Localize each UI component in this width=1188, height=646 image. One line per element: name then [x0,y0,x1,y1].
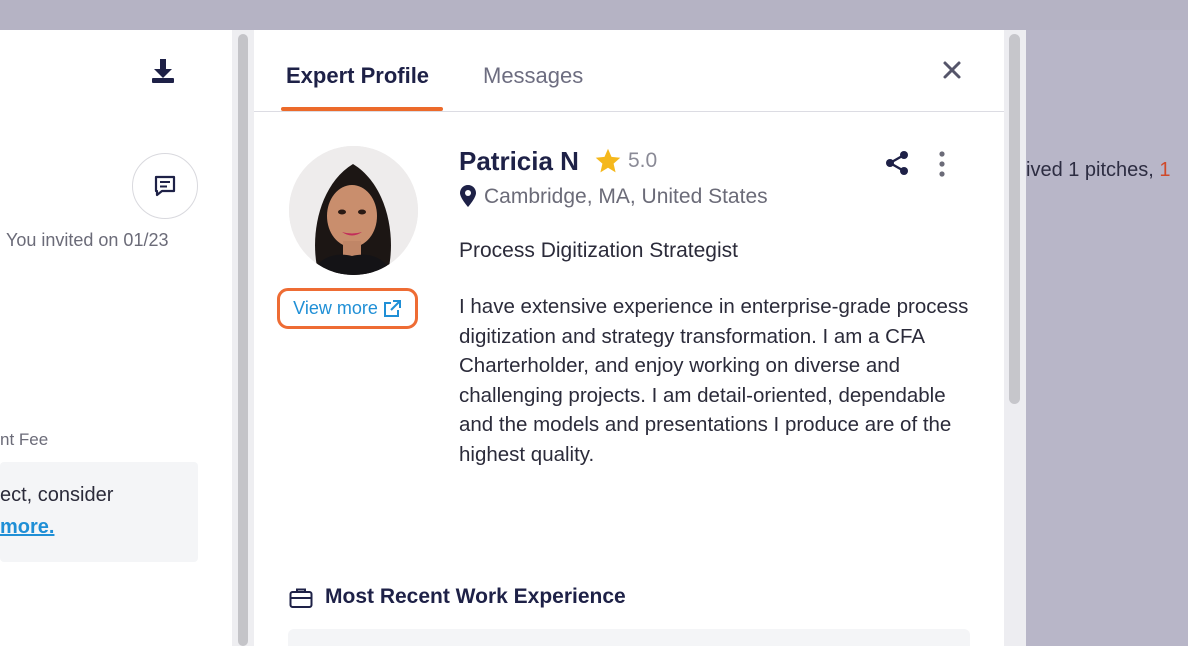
work-experience-title: Most Recent Work Experience [325,585,626,608]
panel-tab-bar: Expert Profile Messages [254,30,1004,112]
expert-bio: I have extensive experience in enterpris… [459,295,969,466]
work-experience-card [288,629,970,646]
left-scrollbar-thumb[interactable] [238,34,248,646]
message-button[interactable] [132,153,198,219]
left-scrollbar[interactable] [232,30,254,646]
panel-scrollbar[interactable] [1004,30,1026,646]
more-vertical-icon[interactable] [934,150,950,178]
top-backdrop-strip [0,0,1188,30]
external-link-icon [383,299,401,317]
invited-date-text: You invited on 01/23 [6,230,169,250]
tab-expert-profile[interactable]: Expert Profile [286,63,429,89]
avatar [289,146,418,275]
view-more-button[interactable]: View more [277,288,418,329]
tab-messages[interactable]: Messages [483,63,583,89]
pitches-summary-highlight: 1 [1159,159,1171,181]
info-note-box: ect, consider more. [0,462,198,562]
briefcase-icon [289,588,313,608]
view-more-label: View more [293,298,378,318]
modal-backdrop[interactable]: ived 1 pitches, 1 [1026,30,1188,646]
background-page: You invited on 01/23 nt Fee ect, conside… [0,30,232,646]
rating-value: 5.0 [628,149,658,172]
pitches-summary-text: ived 1 pitches, 1 [1026,159,1188,182]
panel-scrollbar-thumb[interactable] [1009,34,1020,404]
expert-headline: Process Digitization Strategist [459,239,738,262]
pitches-summary-prefix: ived 1 pitches, [1026,159,1160,181]
chat-icon [154,175,176,197]
learn-more-link[interactable]: more. [0,516,54,539]
close-icon[interactable] [940,58,964,82]
avatar-portrait [289,146,418,275]
download-icon[interactable] [150,58,176,84]
location-pin-icon [460,185,476,207]
expert-location: Cambridge, MA, United States [484,185,768,208]
fee-label: nt Fee [0,430,49,449]
expert-name: Patricia N [459,146,579,176]
share-icon[interactable] [884,150,910,176]
note-text: ect, consider [0,484,114,506]
star-icon [595,148,621,173]
active-tab-indicator [281,107,443,111]
expert-profile-panel: Expert Profile Messages View more Patric… [254,30,1004,646]
